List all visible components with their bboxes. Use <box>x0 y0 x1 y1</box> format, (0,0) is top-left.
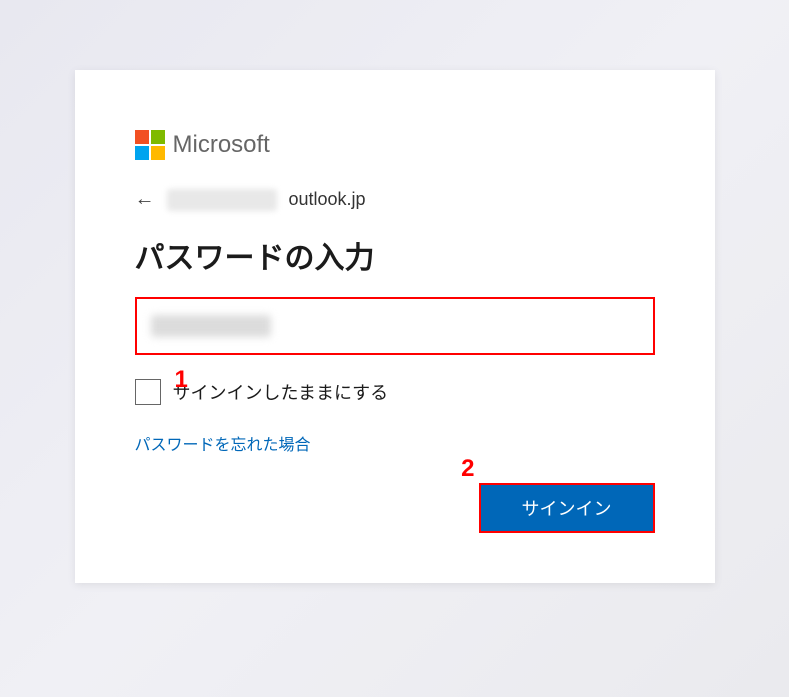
annotation-marker-2: 2 <box>461 455 474 483</box>
signin-card: Microsoft ← outlook.jp パスワードの入力 1 サインインし… <box>75 70 715 583</box>
microsoft-logo-icon <box>135 130 165 160</box>
password-input[interactable] <box>135 297 655 355</box>
button-row: 2 サインイン <box>135 483 655 533</box>
logo-row: Microsoft <box>135 130 655 160</box>
identity-row: ← outlook.jp <box>135 188 655 211</box>
forgot-password-link[interactable]: パスワードを忘れた場合 <box>135 431 311 455</box>
identity-domain: outlook.jp <box>289 189 366 210</box>
keep-signed-in-row: サインインしたままにする <box>135 379 655 405</box>
signin-button[interactable]: サインイン <box>479 483 655 533</box>
identity-username-redacted <box>167 189 277 211</box>
annotation-marker-1: 1 <box>175 366 188 394</box>
back-arrow-icon[interactable]: ← <box>135 188 157 211</box>
page-title: パスワードの入力 <box>135 233 655 277</box>
keep-signed-in-label: サインインしたままにする <box>173 379 389 405</box>
microsoft-logo-text: Microsoft <box>173 131 270 159</box>
password-value-redacted <box>151 315 271 337</box>
keep-signed-in-checkbox[interactable] <box>135 379 161 405</box>
